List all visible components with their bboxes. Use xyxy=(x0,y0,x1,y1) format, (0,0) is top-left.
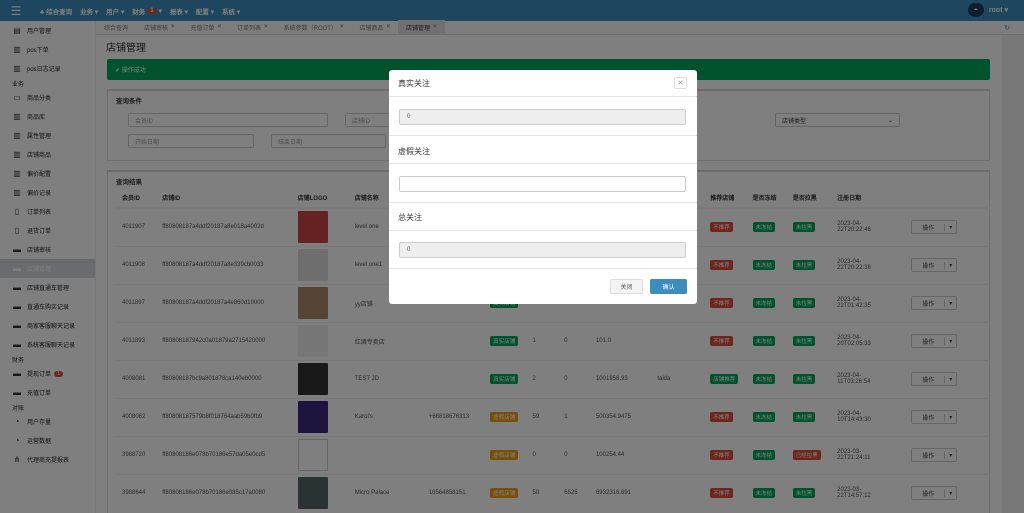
total-follow-label: 总关注 xyxy=(398,213,422,222)
total-follow-input: 0 xyxy=(399,242,686,258)
modal-title: 真实关注 xyxy=(389,70,697,97)
divider xyxy=(389,163,697,164)
divider xyxy=(389,202,697,203)
follow-modal: 真实关注 ✕ 0 虚假关注 总关注 0 关闭 确认 xyxy=(389,70,697,304)
fake-follow-input[interactable] xyxy=(399,176,686,192)
fake-follow-label: 虚假关注 xyxy=(398,147,430,156)
close-button[interactable]: 关闭 xyxy=(610,279,643,294)
confirm-button[interactable]: 确认 xyxy=(650,279,687,294)
divider xyxy=(389,268,697,269)
divider xyxy=(389,230,697,231)
close-icon[interactable]: ✕ xyxy=(674,77,687,89)
real-follow-input: 0 xyxy=(399,109,686,125)
divider xyxy=(389,135,697,136)
